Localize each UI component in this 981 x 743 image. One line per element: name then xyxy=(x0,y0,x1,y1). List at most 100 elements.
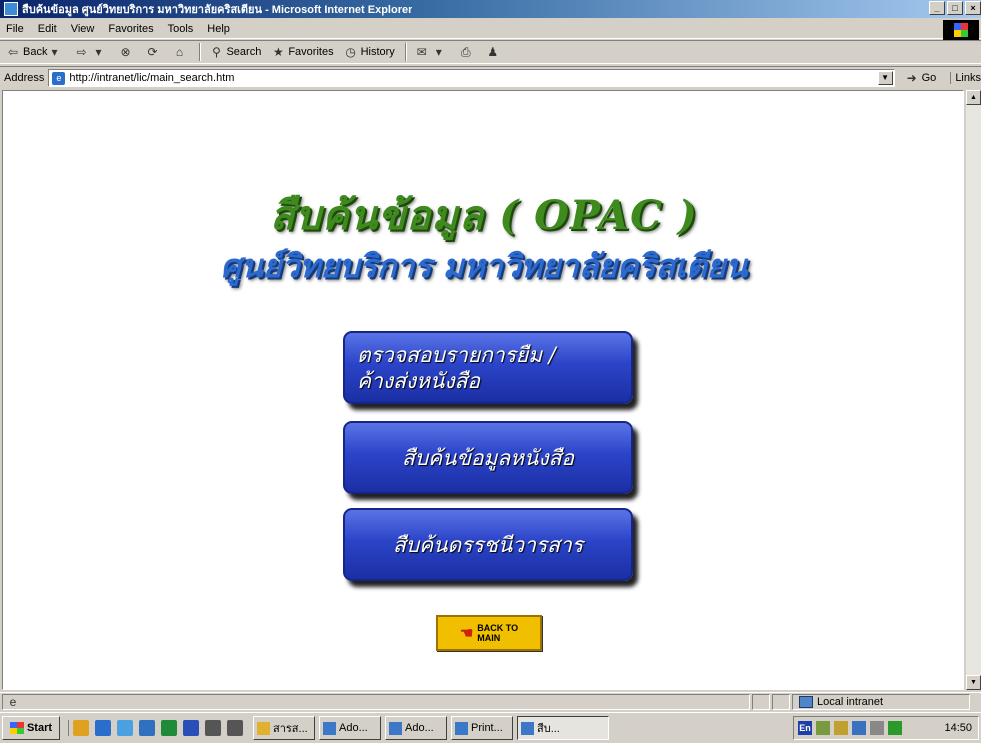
menu-view[interactable]: View xyxy=(71,23,95,35)
standard-toolbar: ⇦ Back ▾ ⇨ ▾ ⊗ ⟳ ⌂ ⚲ Search ★ Favorites ◷ Hist… xyxy=(0,40,981,64)
favorites-button[interactable]: ★ Favorites xyxy=(271,45,334,59)
favorites-label: Favorites xyxy=(288,46,334,58)
refresh-icon: ⟳ xyxy=(147,45,158,59)
menu-favorites[interactable]: Favorites xyxy=(108,23,153,35)
task-label: สารส... xyxy=(273,723,308,735)
acrobat-icon xyxy=(323,721,336,735)
page-icon: e xyxy=(52,71,66,85)
search-journals-button[interactable]: สืบค้นดรรชนีวารสาร xyxy=(343,508,633,581)
volume-icon[interactable] xyxy=(834,721,848,735)
tray-icon[interactable] xyxy=(816,721,830,735)
excel-icon[interactable] xyxy=(161,720,177,736)
mail-button[interactable]: ✉ ▾ xyxy=(415,45,449,59)
back-to-main-label: BACK TO MAIN xyxy=(477,623,518,643)
print-button[interactable]: ⎙ xyxy=(459,45,476,59)
menu-file[interactable]: File xyxy=(6,23,24,35)
menu-help[interactable]: Help xyxy=(207,23,230,35)
security-zone: Local intranet xyxy=(792,693,970,710)
favorites-icon: ★ xyxy=(272,45,284,59)
clock[interactable]: 14:50 xyxy=(944,722,972,734)
links-button[interactable]: Links xyxy=(950,71,981,84)
address-input[interactable]: e http://intranet/lic/main_search.htm ▼ xyxy=(48,68,895,87)
app-icon[interactable] xyxy=(205,720,221,736)
history-button[interactable]: ◷ History xyxy=(344,45,395,59)
word-icon[interactable] xyxy=(183,720,199,736)
dropdown-arrow-icon: ▾ xyxy=(95,45,102,59)
history-label: History xyxy=(360,46,395,58)
back-to-main-line2: MAIN xyxy=(477,633,501,643)
ie-app-icon[interactable] xyxy=(4,2,18,16)
messenger-icon: ♟ xyxy=(487,45,499,59)
menu-edit[interactable]: Edit xyxy=(38,23,57,35)
search-icon: ⚲ xyxy=(212,45,221,59)
menu-tools[interactable]: Tools xyxy=(168,23,194,35)
stop-icon: ⊗ xyxy=(120,45,131,59)
status-progress-cell xyxy=(752,693,770,710)
back-to-main-button[interactable]: ☚ BACK TO MAIN xyxy=(436,615,542,651)
home-icon: ⌂ xyxy=(175,45,184,59)
status-bar: e Local intranet xyxy=(0,692,981,710)
tray-icon[interactable] xyxy=(870,721,884,735)
dropdown-arrow-icon: ▾ xyxy=(435,45,442,59)
zone-label: Local intranet xyxy=(817,695,884,708)
print-icon xyxy=(455,721,468,735)
forward-button[interactable]: ⇨ ▾ xyxy=(74,45,108,59)
search-books-label: สืบค้นข้อมูลหนังสือ xyxy=(401,445,575,470)
go-button[interactable]: ➜ Go xyxy=(905,71,937,85)
tray-icon[interactable] xyxy=(888,721,902,735)
browser-window: สืบค้นข้อมูล ศูนย์วิทยบริการ มหาวิทยาลัย… xyxy=(0,0,981,743)
check-loans-button[interactable]: ตรวจสอบรายการยืม / ค้างส่งหนังสือ xyxy=(343,331,633,404)
go-arrow-icon: ➜ xyxy=(906,70,917,85)
minimize-button[interactable]: _ xyxy=(929,1,945,15)
desktop-icon[interactable] xyxy=(73,720,89,736)
internet-explorer-icon[interactable] xyxy=(95,720,111,736)
stop-button[interactable]: ⊗ xyxy=(118,45,135,59)
forward-arrow-icon: ⇨ xyxy=(76,45,87,59)
address-bar: Address e http://intranet/lic/main_searc… xyxy=(0,66,981,88)
app-icon[interactable] xyxy=(227,720,243,736)
close-button[interactable]: × xyxy=(965,1,981,15)
language-indicator[interactable]: En xyxy=(798,721,812,735)
address-dropdown-button[interactable]: ▼ xyxy=(877,70,893,85)
internet-explorer-icon xyxy=(521,721,534,735)
page-content: สืบค้นข้อมูล ( OPAC ) ศูนย์วิทยบริการ มห… xyxy=(2,90,964,690)
window-title: สืบค้นข้อมูล ศูนย์วิทยบริการ มหาวิทยาลัย… xyxy=(22,4,413,16)
home-button[interactable]: ⌂ xyxy=(172,45,189,59)
task-button[interactable]: สารส... xyxy=(253,716,315,740)
media-icon[interactable] xyxy=(139,720,155,736)
task-button[interactable]: Ado... xyxy=(385,716,447,740)
outlook-icon[interactable] xyxy=(117,720,133,736)
search-button[interactable]: ⚲ Search xyxy=(209,45,261,59)
toolbar-separator xyxy=(199,43,202,61)
dropdown-arrow-icon: ▾ xyxy=(51,45,58,59)
network-icon[interactable] xyxy=(852,721,866,735)
back-button[interactable]: ⇦ Back ▾ xyxy=(6,45,64,59)
history-icon: ◷ xyxy=(345,45,356,59)
check-loans-label-2: ค้างส่งหนังสือ xyxy=(357,368,481,393)
back-arrow-icon: ⇦ xyxy=(7,45,19,59)
quick-launch xyxy=(68,720,249,736)
page-heading: สืบค้นข้อมูล ( OPAC ) xyxy=(270,192,698,239)
messenger-button[interactable]: ♟ xyxy=(486,45,503,59)
scroll-up-button[interactable]: ▲ xyxy=(966,90,981,105)
search-label: Search xyxy=(226,46,262,58)
address-url: http://intranet/lic/main_search.htm xyxy=(69,71,235,84)
scroll-down-button[interactable]: ▼ xyxy=(966,675,981,690)
window-controls: _ □ × xyxy=(927,1,981,15)
mail-icon: ✉ xyxy=(416,45,427,59)
start-button[interactable]: Start xyxy=(2,716,60,740)
task-button-active[interactable]: สืบ... xyxy=(517,716,609,740)
maximize-button[interactable]: □ xyxy=(947,1,963,15)
status-text-area: e xyxy=(2,693,750,710)
vertical-scrollbar[interactable]: ▲ ▼ xyxy=(966,90,981,690)
acrobat-icon xyxy=(389,721,402,735)
refresh-button[interactable]: ⟳ xyxy=(145,45,162,59)
search-books-button[interactable]: สืบค้นข้อมูลหนังสือ xyxy=(343,421,633,494)
task-label: Print... xyxy=(471,722,503,734)
intranet-zone-icon xyxy=(799,695,813,708)
pointing-hand-icon: ☚ xyxy=(459,625,474,642)
task-button[interactable]: Ado... xyxy=(319,716,381,740)
task-button[interactable]: Print... xyxy=(451,716,513,740)
title-bar[interactable]: สืบค้นข้อมูล ศูนย์วิทยบริการ มหาวิทยาลัย… xyxy=(0,0,981,18)
search-journals-label: สืบค้นดรรชนีวารสาร xyxy=(392,532,584,557)
